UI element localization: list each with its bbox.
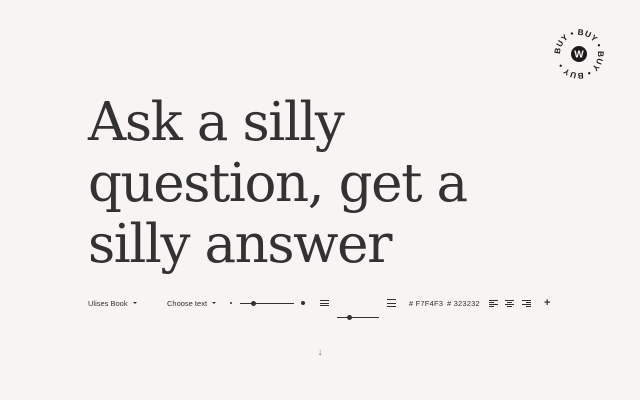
- leading-tight-icon: [320, 296, 329, 310]
- size-large-icon: [301, 296, 305, 310]
- chevron-down-icon: [132, 302, 137, 304]
- text-color-input[interactable]: # 323232: [447, 296, 480, 310]
- align-right-button[interactable]: [522, 296, 531, 310]
- buy-badge[interactable]: BUY • BUY • BUY • BUY • W: [553, 28, 605, 80]
- choose-text-dropdown[interactable]: Choose text: [167, 296, 217, 310]
- headline-line-1: Ask a silly: [88, 92, 345, 153]
- add-specimen-button[interactable]: +: [544, 296, 550, 310]
- specimen-toolbar: Ulises Book Choose text # F7F4F3 # 32323…: [88, 296, 558, 320]
- size-small-icon: [230, 296, 232, 310]
- font-family-label: Ulises Book: [88, 298, 128, 308]
- line-height-slider[interactable]: [337, 310, 379, 324]
- headline-line-3: silly answer: [88, 214, 392, 275]
- background-color-input[interactable]: # F7F4F3: [409, 296, 443, 310]
- align-left-button[interactable]: [489, 296, 498, 310]
- line-height-slider-thumb[interactable]: [347, 314, 353, 320]
- font-family-dropdown[interactable]: Ulises Book: [88, 296, 137, 310]
- font-size-slider[interactable]: [240, 296, 294, 310]
- choose-text-label: Choose text: [167, 298, 208, 308]
- badge-logo-letter: W: [574, 50, 584, 61]
- buy-badge-graphic: BUY • BUY • BUY • BUY • W: [553, 28, 604, 80]
- align-center-button[interactable]: [505, 296, 514, 310]
- font-size-slider-thumb[interactable]: [251, 300, 256, 306]
- scroll-down-arrow-icon[interactable]: ↓: [314, 347, 326, 359]
- leading-loose-icon: [387, 296, 396, 310]
- type-specimen-headline[interactable]: Ask a silly question, get a silly answer: [88, 92, 628, 275]
- headline-line-2: question, get a: [88, 153, 468, 214]
- chevron-down-icon: [212, 302, 217, 304]
